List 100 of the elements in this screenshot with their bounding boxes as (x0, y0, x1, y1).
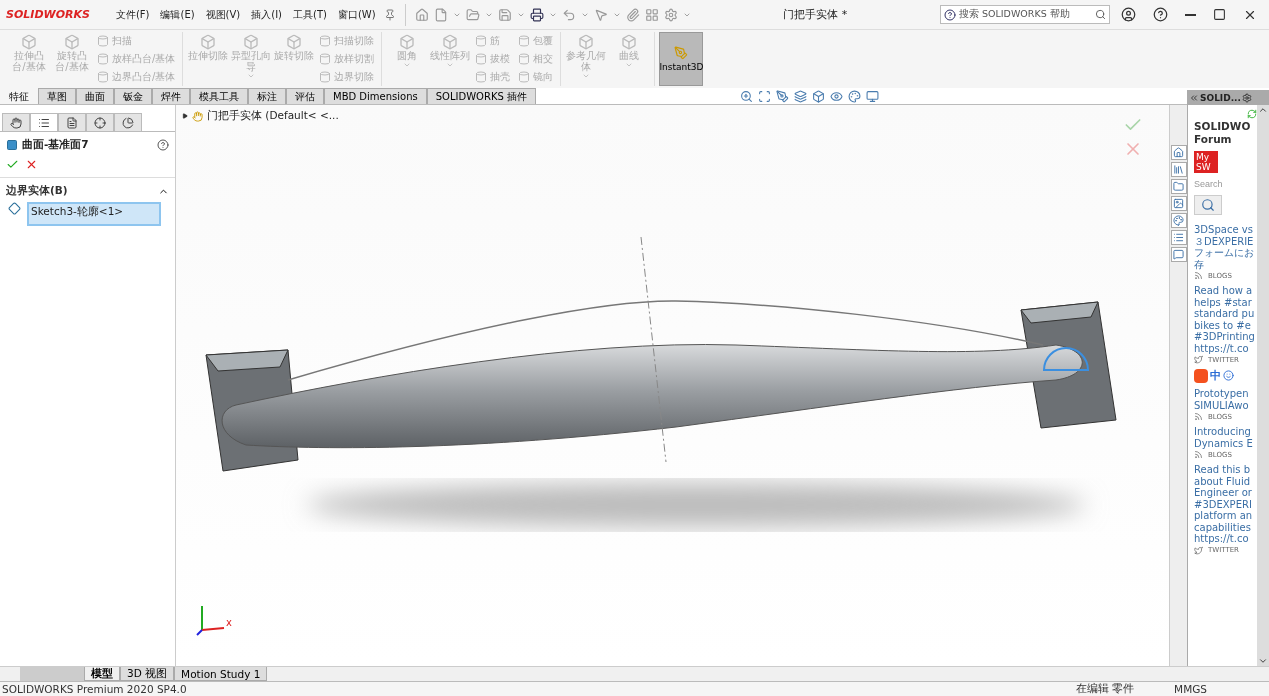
search-button[interactable] (1194, 195, 1222, 215)
surface-icon (6, 139, 18, 151)
pie-chart-icon (122, 116, 134, 129)
breadcrumb[interactable]: 门把手实体 (Default< <... (207, 109, 339, 123)
cube-icon (21, 34, 37, 50)
command-tab[interactable]: 模具工具 (190, 88, 248, 104)
cancel-icon[interactable] (25, 158, 38, 171)
cube-icon (621, 34, 638, 50)
command-tab[interactable]: 评估 (286, 88, 324, 104)
menu-item[interactable]: 编辑(E) (157, 5, 198, 24)
menu-item[interactable]: 工具(T) (290, 5, 330, 24)
feed-link[interactable]: Prototypen SIMULIAwo (1194, 388, 1258, 411)
command-tab[interactable]: MBD Dimensions (324, 88, 427, 104)
panel-tab[interactable] (58, 113, 86, 131)
zoom-icon[interactable] (740, 89, 753, 103)
crosshair-icon (94, 116, 106, 129)
collapse-icon[interactable] (1189, 92, 1199, 103)
units-label[interactable]: MMGS (1174, 683, 1207, 695)
panel-tab[interactable] (86, 113, 114, 131)
cylinder-icon (319, 53, 332, 65)
monitor-icon[interactable] (866, 89, 879, 103)
command-tab[interactable]: 标注 (248, 88, 286, 104)
settings-icon[interactable] (1241, 92, 1252, 103)
menu-item[interactable]: 文件(F) (112, 5, 153, 24)
feed-link[interactable]: Read how a helps #star standard pu bikes to #e #3DPrinting https://t.co (1194, 285, 1258, 354)
window-title: 门把手实体 * (782, 7, 849, 22)
cursor-icon[interactable] (593, 7, 608, 22)
search-icon (1095, 9, 1106, 20)
pane-title: SOLID... (1200, 92, 1241, 103)
paperclip-icon[interactable] (625, 7, 640, 22)
command-tab[interactable]: 钣金 (114, 88, 152, 104)
cylinder-icon (319, 71, 332, 83)
cube-icon (200, 34, 217, 50)
panel-title: 曲面-基准面7 (22, 138, 90, 152)
task-pane-tab[interactable] (1170, 162, 1187, 177)
command-tab[interactable]: 曲面 (76, 88, 114, 104)
cylinder-icon (475, 35, 488, 47)
refresh-icon[interactable] (1247, 109, 1258, 119)
feed-link[interactable]: Read this b about Fluid Engineer or #3DEXPERI platform an capabilities https://t.co (1194, 464, 1258, 545)
help-icon[interactable] (157, 139, 169, 151)
cylinder-icon (475, 53, 488, 65)
diamond-icon (8, 202, 21, 215)
cylinder-icon (97, 71, 109, 83)
help-icon (1153, 7, 1168, 22)
ime-toolbar[interactable]: 中 (1194, 368, 1234, 383)
task-pane-tab[interactable] (1170, 247, 1187, 262)
scroll-up-icon[interactable] (1258, 105, 1269, 115)
model-tab[interactable]: 模型 (84, 667, 120, 681)
panel-tab[interactable] (30, 113, 58, 131)
home-icon[interactable] (414, 7, 429, 22)
scroll-down-icon[interactable] (1258, 656, 1269, 666)
pin-icon[interactable] (383, 8, 396, 21)
cube-icon (64, 34, 80, 50)
settings-icon[interactable] (663, 7, 678, 22)
rss-icon (1194, 271, 1203, 280)
model-tab[interactable]: 3D 视图 (120, 667, 175, 681)
printer-icon[interactable] (529, 7, 544, 22)
chat-icon (1173, 249, 1184, 260)
task-pane-tab[interactable] (1170, 230, 1187, 245)
library-icon (1173, 164, 1184, 175)
user-icon (1121, 7, 1136, 22)
grid-icon[interactable] (644, 7, 659, 22)
save-icon[interactable] (497, 7, 512, 22)
cylinder-icon (518, 71, 531, 83)
ok-icon[interactable] (6, 158, 19, 171)
folder-icon[interactable] (465, 7, 480, 22)
command-tab[interactable]: 焊件 (152, 88, 190, 104)
feed-link[interactable]: 3DSpace vs ３DEXPERIE フォームにお 存 (1194, 224, 1258, 270)
hand-icon (192, 110, 203, 122)
panel-tab[interactable] (2, 113, 30, 131)
list-icon (1173, 232, 1184, 243)
command-tab[interactable]: SOLIDWORKS 插件 (426, 88, 536, 104)
eye-icon[interactable] (830, 89, 843, 103)
menu-item[interactable]: 视图(V) (202, 5, 244, 24)
task-pane-tab[interactable] (1170, 213, 1187, 228)
task-pane-tab[interactable] (1170, 179, 1187, 194)
task-pane-tab[interactable] (1170, 145, 1187, 160)
undo-icon[interactable] (561, 7, 576, 22)
task-pane-tab[interactable] (1170, 196, 1187, 211)
cube-icon[interactable] (812, 89, 825, 103)
feed-link[interactable]: Introducing Dynamics E (1194, 426, 1258, 449)
model-tab[interactable]: Motion Study 1 (174, 667, 268, 681)
file-icon[interactable] (433, 7, 448, 22)
pen-icon[interactable] (776, 89, 789, 103)
triangle-icon[interactable] (182, 113, 188, 119)
maximize-icon (1213, 8, 1226, 21)
palette-icon[interactable] (848, 89, 861, 103)
menu-item[interactable]: 窗口(W) (334, 5, 379, 24)
cylinder-icon (319, 35, 332, 47)
forum-heading: SOLIDWO Forum (1194, 120, 1252, 146)
menu-item[interactable]: 插入(I) (248, 5, 286, 24)
hand-icon (10, 116, 22, 129)
zoom-area-icon[interactable] (758, 89, 771, 103)
mysw-logo[interactable]: My SW (1194, 151, 1218, 173)
selection-list[interactable]: Sketch3-轮廓<1> (27, 202, 161, 226)
command-tab[interactable]: 草图 (38, 88, 76, 104)
search-field[interactable]: 搜索 SOLIDWORKS 帮助 (940, 5, 1110, 24)
instant3d-button[interactable]: Instant3D (659, 32, 704, 86)
layers-icon[interactable] (794, 89, 807, 103)
cube-icon (442, 34, 459, 50)
